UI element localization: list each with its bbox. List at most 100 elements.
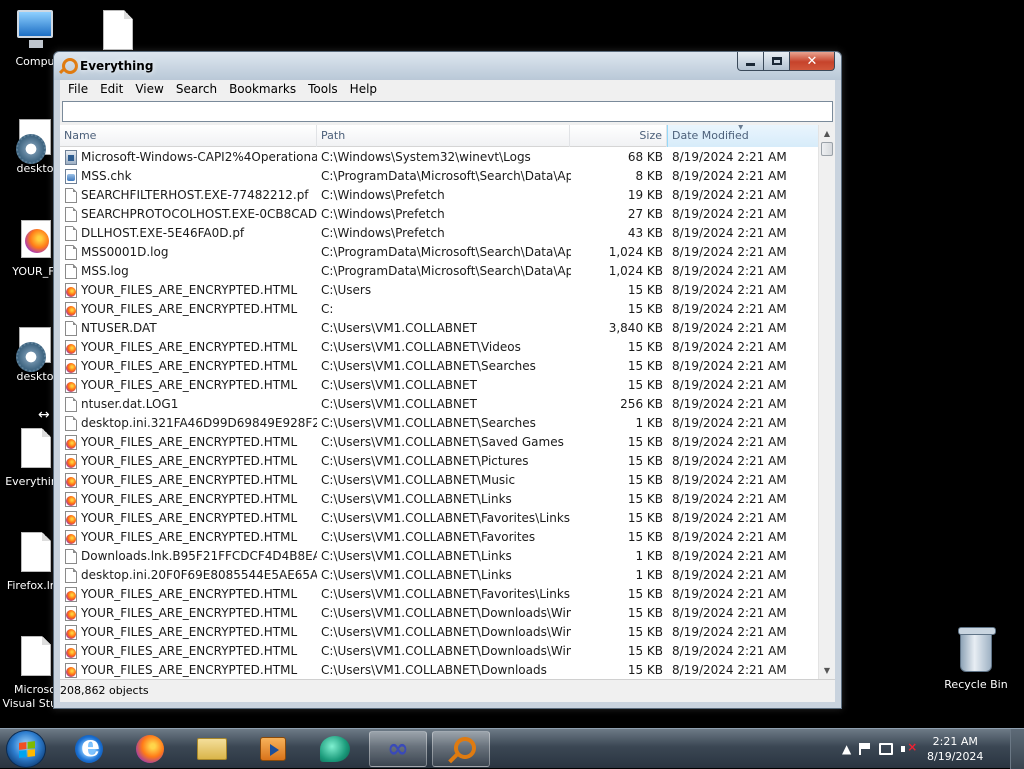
table-row[interactable]: YOUR_FILES_ARE_ENCRYPTED.HTML C:\Users\VM… <box>60 528 820 547</box>
table-row[interactable]: YOUR_FILES_ARE_ENCRYPTED.HTML C:\Users\VM… <box>60 338 820 357</box>
table-row[interactable]: YOUR_FILES_ARE_ENCRYPTED.HTML C:\Users\VM… <box>60 585 820 604</box>
menu-edit[interactable]: Edit <box>94 80 129 99</box>
file-size-cell: 1,024 KB <box>608 245 663 259</box>
network-icon[interactable] <box>879 743 894 755</box>
menu-bookmarks[interactable]: Bookmarks <box>223 80 302 99</box>
table-row[interactable]: NTUSER.DAT C:\Users\VM1.COLLABNET 3,840 KB… <box>60 319 820 338</box>
date-modified-cell: 8/19/2024 2:21 AM <box>672 150 787 164</box>
table-row[interactable]: YOUR_FILES_ARE_ENCRYPTED.HTML C:\Users\VM… <box>60 357 820 376</box>
file-path-cell: C:\ProgramData\Microsoft\Search\Data\App… <box>321 264 571 278</box>
taskbar-chat-app[interactable] <box>306 731 364 767</box>
table-row[interactable]: YOUR_FILES_ARE_ENCRYPTED.HTML C:\Users\VM… <box>60 452 820 471</box>
file-path-cell: C:\Users\VM1.COLLABNET\Saved Games <box>321 435 564 449</box>
file-path-cell: C:\Users\VM1.COLLABNET\Videos <box>321 340 521 354</box>
scroll-down-icon[interactable]: ▼ <box>819 662 835 679</box>
table-row[interactable]: ntuser.dat.LOG1 C:\Users\VM1.COLLABNET 256… <box>60 395 820 414</box>
menu-view[interactable]: View <box>129 80 169 99</box>
table-row[interactable]: YOUR_FILES_ARE_ENCRYPTED.HTML C:\Users\VM… <box>60 433 820 452</box>
status-bar: 208,862 objects <box>60 679 835 702</box>
desktop-icon-blank-file[interactable] <box>78 10 156 57</box>
maximize-button[interactable] <box>764 52 790 71</box>
date-modified-cell: 8/19/2024 2:21 AM <box>672 473 787 487</box>
clock[interactable]: 2:21 AM 8/19/2024 <box>923 734 987 764</box>
file-size-cell: 15 KB <box>627 435 663 449</box>
menu-help[interactable]: Help <box>344 80 383 99</box>
minimize-button[interactable] <box>737 52 764 71</box>
file-name-cell: YOUR_FILES_ARE_ENCRYPTED.HTML <box>81 530 298 544</box>
html-file-icon <box>65 359 77 374</box>
file-size-cell: 15 KB <box>627 454 663 468</box>
taskbar-firefox[interactable] <box>121 731 179 767</box>
table-row[interactable]: YOUR_FILES_ARE_ENCRYPTED.HTML C:\Users\VM… <box>60 642 820 661</box>
table-row[interactable]: SEARCHFILTERHOST.EXE-77482212.pf C:\Windo… <box>60 186 820 205</box>
table-row[interactable]: YOUR_FILES_ARE_ENCRYPTED.HTML C:\Users\VM… <box>60 509 820 528</box>
taskbar-media-player[interactable] <box>244 731 302 767</box>
date-modified-cell: 8/19/2024 2:21 AM <box>672 226 787 240</box>
table-row[interactable]: desktop.ini.321FA46D99D69849E928F21608..… <box>60 414 820 433</box>
file-size-cell: 1 KB <box>635 568 663 582</box>
table-row[interactable]: YOUR_FILES_ARE_ENCRYPTED.HTML C:\Users\VM… <box>60 490 820 509</box>
column-header-size[interactable]: Size <box>570 125 667 147</box>
vertical-scrollbar[interactable]: ▲ ▼ <box>818 125 835 679</box>
file-path-cell: C:\Users\VM1.COLLABNET\Pictures <box>321 454 529 468</box>
start-button[interactable] <box>6 730 46 768</box>
column-header-path[interactable]: Path <box>317 125 570 147</box>
action-center-flag-icon[interactable] <box>859 743 871 755</box>
table-row[interactable]: YOUR_FILES_ARE_ENCRYPTED.HTML C:\Users\VM… <box>60 471 820 490</box>
file-name-cell: YOUR_FILES_ARE_ENCRYPTED.HTML <box>81 663 298 677</box>
scroll-up-icon[interactable]: ▲ <box>819 125 835 142</box>
taskbar-internet-explorer[interactable] <box>60 729 118 767</box>
table-row[interactable]: YOUR_FILES_ARE_ENCRYPTED.HTML C: 15 KB 8/19… <box>60 300 820 319</box>
file-path-cell: C: <box>321 302 334 316</box>
table-row[interactable]: YOUR_FILES_ARE_ENCRYPTED.HTML C:\Users\VM… <box>60 376 820 395</box>
taskbar-infinity-app[interactable]: ∞ <box>369 731 427 767</box>
volume-muted-icon[interactable] <box>901 740 917 755</box>
file-name-cell: YOUR_FILES_ARE_ENCRYPTED.HTML <box>81 587 298 601</box>
table-row[interactable]: Downloads.lnk.B95F21FFCDCF4D4B8EAE2... C:… <box>60 547 820 566</box>
file-path-cell: C:\Users\VM1.COLLABNET\Favorites\Links f… <box>321 511 571 525</box>
file-path-cell: C:\Users\VM1.COLLABNET\Downloads\Wind... <box>321 625 571 639</box>
search-input[interactable] <box>62 101 833 122</box>
table-row[interactable]: DLLHOST.EXE-5E46FA0D.pf C:\Windows\Prefet… <box>60 224 820 243</box>
date-modified-cell: 8/19/2024 2:21 AM <box>672 169 787 183</box>
file-path-cell: C:\Users\VM1.COLLABNET <box>321 397 477 411</box>
column-header-date-modified[interactable]: ▼ Date Modified <box>667 125 820 147</box>
file-size-cell: 15 KB <box>627 530 663 544</box>
sort-arrow-icon: ▼ <box>738 125 744 131</box>
taskbar-windows-explorer[interactable] <box>183 731 241 767</box>
table-row[interactable]: MSS.log C:\ProgramData\Microsoft\Search\D… <box>60 262 820 281</box>
file-name-cell: Downloads.lnk.B95F21FFCDCF4D4B8EAE2... <box>81 549 317 563</box>
show-hidden-icons-icon[interactable]: ▲ <box>842 742 851 756</box>
column-header-name[interactable]: Name <box>60 125 317 147</box>
table-row[interactable]: MSS.chk C:\ProgramData\Microsoft\Search\D… <box>60 167 820 186</box>
menu-tools[interactable]: Tools <box>302 80 344 99</box>
file-path-cell: C:\Users\VM1.COLLABNET\Favorites <box>321 530 536 544</box>
date-modified-cell: 8/19/2024 2:21 AM <box>672 549 787 563</box>
table-row[interactable]: YOUR_FILES_ARE_ENCRYPTED.HTML C:\Users 15 … <box>60 281 820 300</box>
file-size-cell: 8 KB <box>635 169 663 183</box>
menu-file[interactable]: File <box>62 80 94 99</box>
everything-window: Everything ✕ File Edit View Search Bookm… <box>53 51 842 709</box>
recycle-bin-label: Recycle Bin <box>944 678 1008 691</box>
chk-file-icon <box>65 169 77 184</box>
show-desktop-button[interactable] <box>1010 729 1024 769</box>
scroll-thumb[interactable] <box>821 142 833 156</box>
table-row[interactable]: desktop.ini.20F0F69E8085544E5AE65A8810..… <box>60 566 820 585</box>
table-row[interactable]: YOUR_FILES_ARE_ENCRYPTED.HTML C:\Users\VM… <box>60 623 820 642</box>
column-header-label: Name <box>64 129 97 142</box>
table-row[interactable]: YOUR_FILES_ARE_ENCRYPTED.HTML C:\Users\VM… <box>60 661 820 679</box>
desktop-icon-recycle-bin[interactable]: Recycle Bin <box>936 627 1016 691</box>
taskbar-everything[interactable] <box>432 731 490 767</box>
minimize-icon <box>746 62 755 66</box>
table-row[interactable]: YOUR_FILES_ARE_ENCRYPTED.HTML C:\Users\VM… <box>60 604 820 623</box>
everything-app-icon[interactable] <box>59 58 78 74</box>
title-bar[interactable]: Everything ✕ <box>54 52 841 80</box>
close-button[interactable]: ✕ <box>790 52 835 71</box>
close-icon: ✕ <box>806 53 818 69</box>
date-modified-cell: 8/19/2024 2:21 AM <box>672 587 787 601</box>
table-row[interactable]: SEARCHPROTOCOLHOST.EXE-0CB8CADE... C:\Win… <box>60 205 820 224</box>
table-row[interactable]: Microsoft-Windows-CAPI2%4Operational... C… <box>60 148 820 167</box>
menu-search[interactable]: Search <box>170 80 223 99</box>
date-modified-cell: 8/19/2024 2:21 AM <box>672 625 787 639</box>
table-row[interactable]: MSS0001D.log C:\ProgramData\Microsoft\Sea… <box>60 243 820 262</box>
